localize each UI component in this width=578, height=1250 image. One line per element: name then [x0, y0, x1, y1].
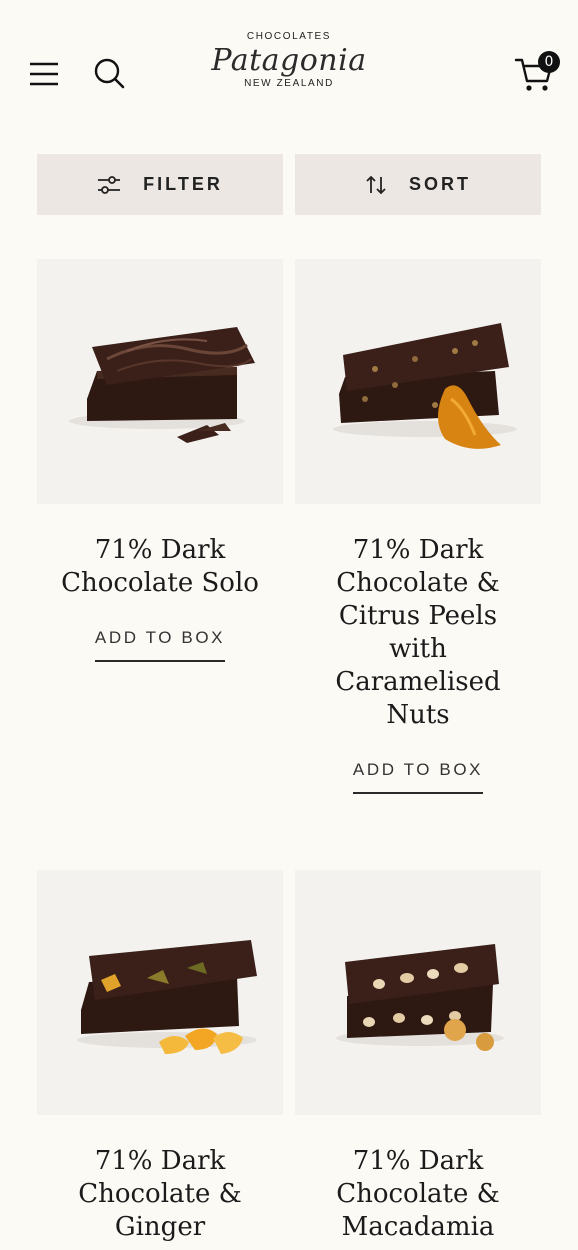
- product-name-line: 71% Dark: [94, 1146, 226, 1176]
- product-name[interactable]: 71% Dark Chocolate Solo: [37, 534, 283, 600]
- product-name[interactable]: 71% Dark Chocolate & Macadamia: [295, 1145, 541, 1244]
- search-button[interactable]: [92, 56, 126, 90]
- menu-button[interactable]: [28, 58, 60, 90]
- search-icon: [94, 58, 125, 89]
- product-card: 71% Dark Chocolate & Ginger: [37, 870, 283, 1244]
- filter-button[interactable]: FILTER: [37, 154, 283, 215]
- product-name[interactable]: 71% Dark Chocolate & Citrus Peels with C…: [295, 534, 541, 732]
- product-name[interactable]: 71% Dark Chocolate & Ginger: [37, 1145, 283, 1244]
- product-name-line: Nuts: [386, 700, 450, 730]
- logo-script-text: Patagonia: [211, 43, 367, 78]
- cart-count-badge: 0: [538, 51, 560, 73]
- product-name-line: Citrus Peels: [338, 601, 498, 631]
- product-name-line: 71% Dark: [352, 1146, 484, 1176]
- product-card: 71% Dark Chocolate & Macadamia: [295, 870, 541, 1244]
- menu-icon: [30, 62, 58, 86]
- cart-button[interactable]: 0: [514, 50, 564, 94]
- product-name-line: with: [389, 634, 447, 664]
- product-name-line: Caramelised: [335, 667, 501, 697]
- product-name-line: Chocolate &: [336, 568, 500, 598]
- product-name-line: Ginger: [114, 1212, 206, 1242]
- product-name-line: Chocolate &: [336, 1179, 500, 1209]
- product-image[interactable]: [295, 870, 541, 1115]
- sort-arrows-icon: [366, 175, 386, 194]
- product-name-line: 71% Dark: [94, 535, 226, 565]
- add-to-box-button[interactable]: ADD TO BOX: [94, 628, 226, 662]
- product-image[interactable]: [37, 870, 283, 1115]
- sort-button[interactable]: SORT: [295, 154, 541, 215]
- filter-label: FILTER: [143, 174, 223, 194]
- product-name-line: Chocolate &: [78, 1179, 242, 1209]
- logo-top-text: CHOCOLATES: [246, 31, 332, 42]
- product-image[interactable]: [295, 259, 541, 504]
- brand-logo[interactable]: CHOCOLATES Patagonia NEW ZEALAND: [189, 28, 389, 120]
- product-card: 71% Dark Chocolate & Citrus Peels with C…: [295, 259, 541, 794]
- product-card: 71% Dark Chocolate Solo ADD TO BOX: [37, 259, 283, 662]
- product-name-line: Macadamia: [341, 1212, 495, 1242]
- product-name-line: 71% Dark: [352, 535, 484, 565]
- site-header: CHOCOLATES Patagonia NEW ZEALAND 0: [0, 0, 578, 140]
- listing-controls: FILTER SORT: [37, 154, 541, 215]
- product-image[interactable]: [37, 259, 283, 504]
- sort-label: SORT: [408, 174, 471, 194]
- sliders-icon: [98, 175, 121, 194]
- add-to-box-button[interactable]: ADD TO BOX: [352, 760, 484, 794]
- product-name-line: Chocolate Solo: [61, 568, 259, 598]
